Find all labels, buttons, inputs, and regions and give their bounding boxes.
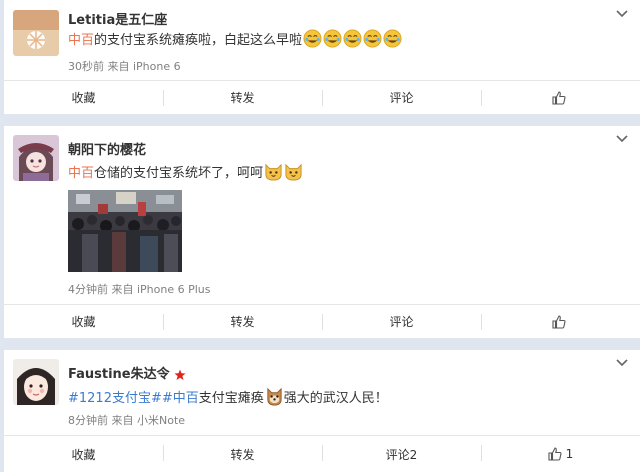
like-button[interactable]: 1 xyxy=(481,436,640,472)
collect-button[interactable]: 收藏 xyxy=(4,436,163,472)
laugh-cry-emoji-icon xyxy=(363,29,382,48)
username[interactable]: Letitia是五仁座 xyxy=(68,9,167,28)
avatar-chaoyang[interactable] xyxy=(13,135,59,181)
action-bar: 收藏 转发 评论 xyxy=(4,304,640,338)
action-bar: 收藏 转发 评论 xyxy=(4,80,640,114)
weibo-post-2: 朝阳下的樱花 中百 仓储的支付宝系统坏了，呵呵 4分钟前 来自 iPhone 6… xyxy=(4,126,640,338)
like-count: 1 xyxy=(565,447,574,461)
topic-shop-link[interactable]: #中百 xyxy=(162,387,199,406)
laugh-cry-emoji-icon xyxy=(383,29,402,48)
thumbs-up-icon xyxy=(551,90,566,105)
thumbs-up-icon xyxy=(548,447,562,461)
post-text: 中百 的支付宝系统瘫痪啦，白起这么早啦 xyxy=(68,29,402,48)
like-button[interactable] xyxy=(481,81,640,114)
post-text: #1212支付宝# #中百 支付宝瘫痪 强大的武汉人民！ xyxy=(68,387,388,406)
weibo-post-1: Letitia是五仁座 中百 的支付宝系统瘫痪啦，白起这么早啦 30秒前 来自 … xyxy=(4,0,640,114)
laugh-cry-emoji-icon xyxy=(343,29,362,48)
repost-button[interactable]: 转发 xyxy=(163,305,322,338)
username[interactable]: Faustine朱达令 xyxy=(68,363,186,382)
comment-button[interactable]: 评论 xyxy=(322,305,481,338)
topic-link[interactable]: #1212支付宝# xyxy=(68,387,162,406)
repost-button[interactable]: 转发 xyxy=(163,436,322,472)
dog-emoji-icon xyxy=(267,387,282,406)
chevron-down-icon[interactable] xyxy=(616,9,628,19)
post-body-end: 强大的武汉人民！ xyxy=(283,391,388,406)
cat-emoji-icon xyxy=(265,163,282,181)
collect-button[interactable]: 收藏 xyxy=(4,81,163,114)
weibo-post-3: Faustine朱达令 #1212支付宝# #中百 支付宝瘫痪 强大的武汉人民！… xyxy=(4,350,640,472)
username[interactable]: 朝阳下的樱花 xyxy=(68,139,146,158)
post-text: 中百 仓储的支付宝系统坏了，呵呵 xyxy=(68,162,303,181)
post-body-mid: 支付宝瘫痪 xyxy=(198,391,264,406)
avatar-faustine[interactable] xyxy=(13,359,59,405)
chevron-down-icon[interactable] xyxy=(616,134,628,144)
laugh-cry-emoji-icon xyxy=(303,29,322,48)
post-meta: 8分钟前 来自 小米Note xyxy=(68,414,186,427)
action-bar: 收藏 转发 评论2 1 xyxy=(4,435,640,472)
comment-button[interactable]: 评论2 xyxy=(322,436,481,472)
cat-emoji-icon xyxy=(285,163,302,181)
laugh-cry-emoji-icon xyxy=(323,29,342,48)
red-star-badge-icon xyxy=(174,369,186,380)
post-body: 的支付宝系统瘫痪啦，白起这么早啦 xyxy=(94,33,303,48)
username-text: Faustine朱达令 xyxy=(68,367,170,382)
avatar-letitia[interactable] xyxy=(13,10,59,56)
chevron-down-icon[interactable] xyxy=(616,358,628,368)
like-button[interactable] xyxy=(481,305,640,338)
post-meta: 30秒前 来自 iPhone 6 xyxy=(68,60,181,73)
thumbs-up-icon xyxy=(551,314,566,329)
post-meta: 4分钟前 来自 iPhone 6 Plus xyxy=(68,283,211,296)
post-body: 仓储的支付宝系统坏了，呵呵 xyxy=(94,166,264,181)
shop-link[interactable]: 中百 xyxy=(68,29,94,48)
shop-link[interactable]: 中百 xyxy=(68,162,94,181)
post-photo-crowd[interactable] xyxy=(68,190,182,272)
comment-button[interactable]: 评论 xyxy=(322,81,481,114)
repost-button[interactable]: 转发 xyxy=(163,81,322,114)
collect-button[interactable]: 收藏 xyxy=(4,305,163,338)
